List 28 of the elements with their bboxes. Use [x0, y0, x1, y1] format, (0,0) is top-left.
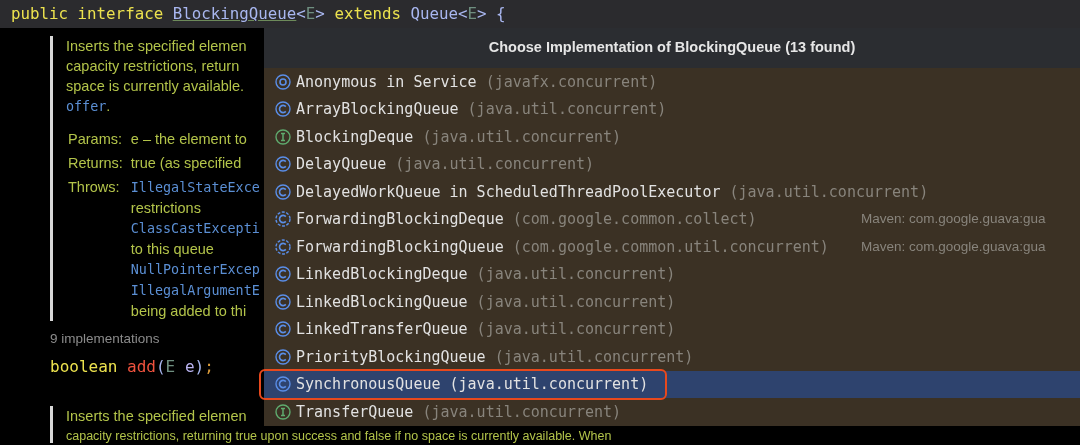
- implementations-hint: 9 implementations: [50, 330, 160, 348]
- class-icon: [275, 266, 291, 283]
- implementation-item[interactable]: BlockingDeque (java.util.concurrent): [264, 123, 1080, 151]
- interface-icon: [275, 403, 291, 420]
- implementation-item[interactable]: LinkedTransferQueue (java.util.concurrent): [264, 315, 1080, 343]
- class-icon: [275, 238, 291, 255]
- implementation-item[interactable]: ForwardingBlockingDeque (com.google.common.collect) Maven: com.google.guava:gua: [264, 205, 1080, 233]
- implementation-item[interactable]: PriorityBlockingQueue (java.util.concurrent): [264, 343, 1080, 371]
- anonymous-class-icon: [275, 73, 291, 90]
- implementation-item[interactable]: LinkedBlockingDeque (java.util.concurrent): [264, 260, 1080, 288]
- popup-title: Choose Implementation of BlockingQueue (13 found): [264, 28, 1080, 68]
- class-icon: [275, 101, 291, 118]
- code-line: boolean add(E e);: [50, 356, 214, 379]
- implementation-item[interactable]: LinkedBlockingQueue (java.util.concurrent): [264, 288, 1080, 316]
- class-icon: [275, 156, 291, 173]
- class-icon: [275, 211, 291, 228]
- implementation-item[interactable]: DelayQueue (java.util.concurrent): [264, 150, 1080, 178]
- implementation-item[interactable]: Anonymous in Service (javafx.concurrent): [264, 68, 1080, 96]
- interface-icon: [275, 128, 291, 145]
- implementation-item[interactable]: ArrayBlockingQueue (java.util.concurrent): [264, 95, 1080, 123]
- implementation-item[interactable]: ForwardingBlockingQueue (com.google.common.util.concurrent) Maven: com.google.guava:gua: [264, 233, 1080, 261]
- code-line: public interface BlockingQueue<E> extends Queue<E> {: [11, 3, 506, 26]
- implementation-item[interactable]: DelayedWorkQueue in ScheduledThreadPoolExecutor (java.util.concurrent): [264, 178, 1080, 206]
- class-icon: [275, 293, 291, 310]
- class-icon: [275, 376, 291, 393]
- class-icon: [275, 321, 291, 338]
- class-icon: [275, 183, 291, 200]
- class-icon: [275, 348, 291, 365]
